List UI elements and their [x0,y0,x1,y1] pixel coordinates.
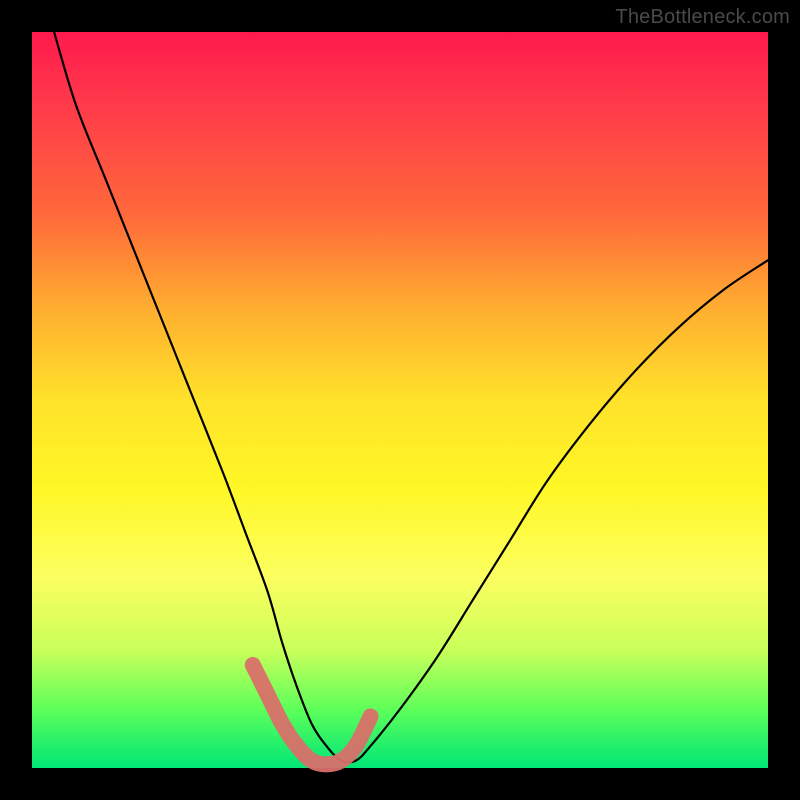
optimal-band-highlight [253,665,371,764]
bottleneck-curve [54,32,768,762]
chart-svg [32,32,768,768]
watermark-text: TheBottleneck.com [615,6,790,29]
plot-area [32,32,768,768]
chart-stage: TheBottleneck.com [0,0,800,800]
